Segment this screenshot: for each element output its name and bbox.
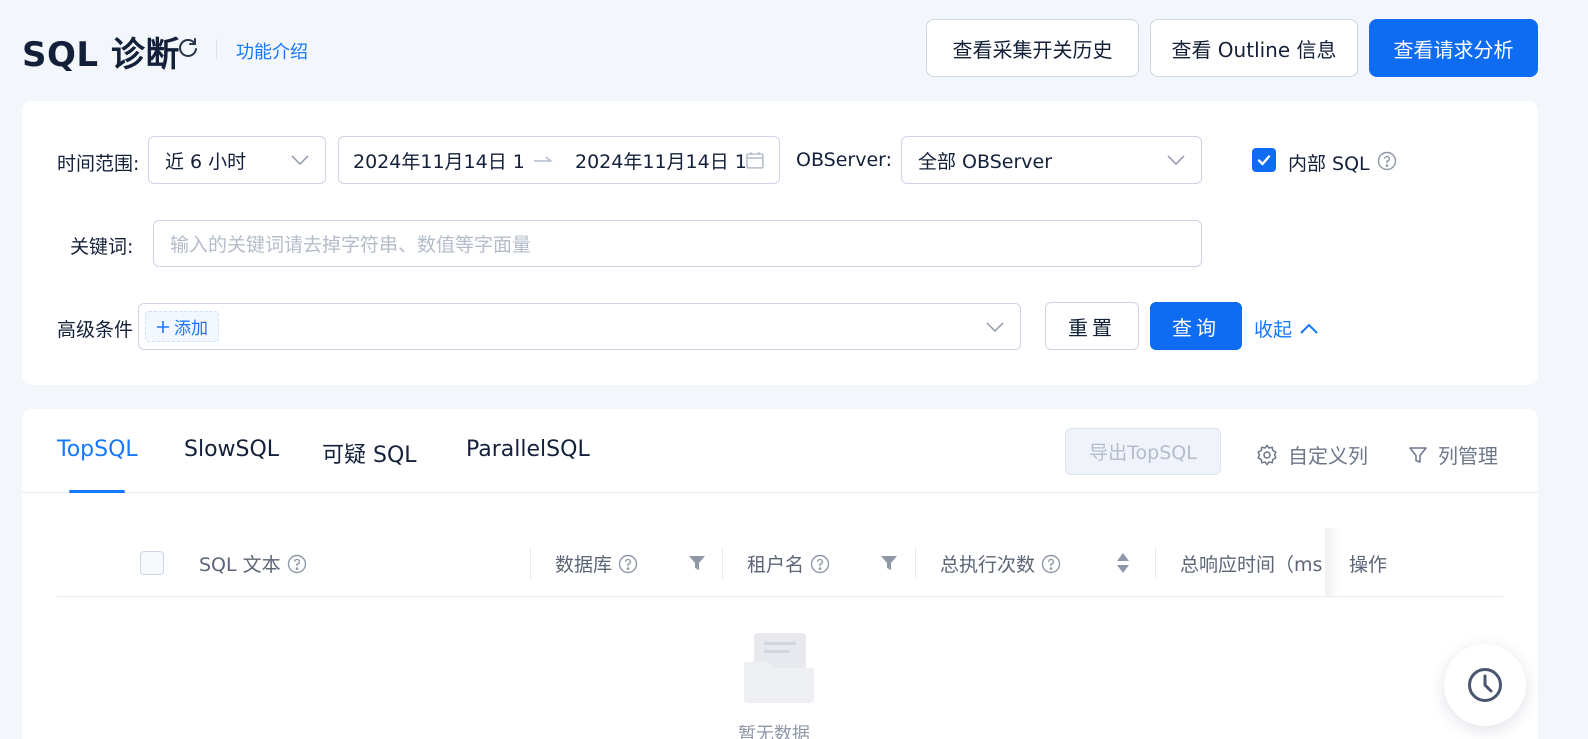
collapse-label: 收起 — [1254, 319, 1293, 341]
query-button[interactable]: 查询 — [1150, 302, 1242, 350]
column-header-tenant: 租户名 — [747, 550, 830, 577]
empty-state-text: 暂无数据 — [738, 724, 810, 739]
collapse-toggle[interactable]: 收起 — [1254, 315, 1318, 342]
tab-divider — [22, 492, 1538, 493]
plus-icon — [157, 320, 169, 333]
date-end-input[interactable]: 2024年11月14日 1 — [575, 147, 745, 174]
observer-label: OBServer: — [796, 149, 893, 171]
keyword-label: 关键词: — [70, 236, 134, 258]
internal-sql-checkbox[interactable] — [1252, 148, 1276, 172]
filter-icon — [1409, 446, 1427, 463]
active-tab-indicator — [69, 490, 125, 493]
custom-columns-button[interactable]: 自定义列 — [1256, 440, 1368, 469]
help-icon[interactable] — [287, 554, 307, 574]
internal-sql-label: 内部 SQL — [1288, 153, 1370, 175]
page-title: SQL 诊断 — [22, 35, 180, 75]
view-collection-history-button[interactable]: 查看采集开关历史 — [926, 19, 1139, 77]
column-header-label: 总执行次数 — [940, 554, 1036, 576]
chevron-down-icon — [986, 321, 1004, 332]
view-request-analysis-button[interactable]: 查看请求分析 — [1369, 19, 1538, 77]
column-manage-label: 列管理 — [1438, 444, 1498, 468]
chevron-down-icon — [291, 155, 309, 165]
keyword-input[interactable]: 输入的关键词请去掉字符串、数值等字面量 — [153, 220, 1202, 267]
date-start-input[interactable]: 2024年11月14日 1 — [353, 147, 523, 174]
help-icon[interactable] — [1041, 554, 1061, 574]
column-header-label: SQL 文本 — [199, 554, 281, 576]
column-separator — [530, 547, 531, 579]
chevron-down-icon — [1167, 155, 1185, 165]
column-header-total-response-time: 总响应时间（ms — [1180, 550, 1325, 577]
keyword-placeholder: 输入的关键词请去掉字符串、数值等字面量 — [170, 234, 532, 256]
header-divider — [216, 39, 217, 59]
help-icon[interactable] — [618, 554, 638, 574]
chevron-up-icon — [1300, 323, 1318, 334]
observer-select[interactable]: 全部 OBServer — [901, 136, 1202, 184]
column-header-label: 数据库 — [555, 554, 613, 576]
column-header-label: 租户名 — [747, 554, 805, 576]
tab-topsql[interactable]: TopSQL — [57, 437, 138, 462]
help-icon[interactable] — [1377, 151, 1397, 171]
arrow-right-icon — [534, 156, 553, 162]
column-filter-icon[interactable] — [688, 554, 706, 572]
reset-button[interactable]: 重置 — [1045, 302, 1139, 350]
date-range-picker[interactable]: 2024年11月14日 1 2024年11月14日 1 — [338, 136, 780, 184]
column-separator — [722, 547, 723, 579]
time-range-label: 时间范围: — [57, 153, 140, 175]
tab-suspicious-sql[interactable]: 可疑 SQL — [322, 437, 417, 469]
empty-folder-icon — [744, 633, 814, 703]
feature-intro-link[interactable]: 功能介绍 — [236, 38, 308, 64]
advanced-conditions-label: 高级条件 — [57, 319, 134, 341]
column-header-label: 总响应时间（ms — [1180, 554, 1323, 576]
time-range-select[interactable]: 近 6 小时 — [148, 136, 326, 184]
column-header-database: 数据库 — [555, 550, 638, 577]
column-header-label: 操作 — [1349, 554, 1388, 576]
help-icon[interactable] — [810, 554, 830, 574]
check-icon — [1257, 155, 1271, 166]
time-range-value: 近 6 小时 — [165, 150, 247, 173]
sort-icon[interactable] — [1116, 551, 1130, 575]
add-condition-label: 添加 — [174, 319, 208, 339]
tab-parallelsql[interactable]: ParallelSQL — [466, 437, 590, 462]
column-header-actions: 操作 — [1349, 550, 1387, 577]
column-header-sql-text: SQL 文本 — [199, 550, 307, 577]
select-all-checkbox[interactable] — [140, 551, 164, 575]
calendar-icon — [746, 152, 764, 169]
advanced-conditions-select[interactable]: 添加 — [138, 303, 1021, 350]
column-separator — [915, 547, 916, 579]
column-manage-button[interactable]: 列管理 — [1408, 440, 1498, 469]
clock-icon — [1468, 668, 1502, 702]
refresh-icon[interactable] — [176, 36, 200, 60]
export-topsql-button[interactable]: 导出TopSQL — [1065, 428, 1221, 475]
fixed-column-shadow — [1325, 528, 1339, 596]
table-header-divider — [57, 596, 1503, 597]
custom-columns-label: 自定义列 — [1288, 444, 1368, 468]
view-outline-info-button[interactable]: 查看 Outline 信息 — [1150, 19, 1358, 77]
tab-slowsql[interactable]: SlowSQL — [184, 437, 279, 462]
column-header-total-executions: 总执行次数 — [940, 550, 1061, 577]
column-separator — [1155, 547, 1156, 579]
gear-icon — [1257, 443, 1277, 466]
add-condition-button[interactable]: 添加 — [145, 311, 219, 342]
observer-value: 全部 OBServer — [918, 150, 1053, 173]
column-filter-icon[interactable] — [880, 554, 898, 572]
history-float-button[interactable] — [1444, 644, 1526, 726]
